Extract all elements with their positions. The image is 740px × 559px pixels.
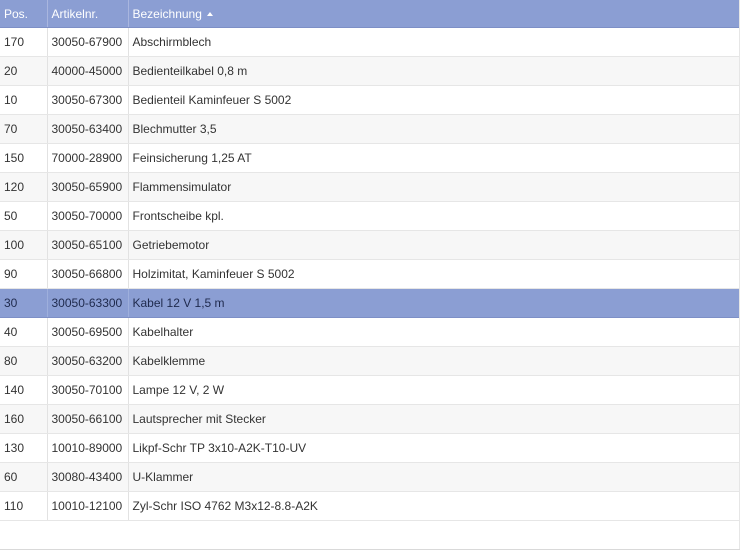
table-row[interactable]: 90 30050-66800 Holzimitat, Kaminfeuer S 50… [0, 259, 740, 289]
cell-pos[interactable]: 40 [0, 317, 48, 347]
table-row[interactable]: 30 30050-63300 Kabel 12 V 1,5 m [0, 288, 740, 318]
cell-pos[interactable]: 140 [0, 375, 48, 405]
cell-artikelnr[interactable]: 30080-43400 [47, 462, 129, 492]
table-row[interactable]: 140 30050-70100 Lampe 12 V, 2 W [0, 375, 740, 405]
cell-pos[interactable]: 120 [0, 172, 48, 202]
column-header-bezeichnung[interactable]: Bezeichnung [128, 0, 740, 28]
cell-artikelnr[interactable]: 30050-70000 [47, 201, 129, 231]
table-row[interactable]: 160 30050-66100 Lautsprecher mit Stecker [0, 404, 740, 434]
cell-bezeichnung[interactable]: Bedienteil Kaminfeuer S 5002 [128, 85, 740, 115]
table-row[interactable]: 10 30050-67300 Bedienteil Kaminfeuer S 500… [0, 85, 740, 115]
table-row[interactable]: 100 30050-65100 Getriebemotor [0, 230, 740, 260]
cell-bezeichnung[interactable]: Zyl-Schr ISO 4762 M3x12-8.8-A2K [128, 491, 740, 521]
cell-artikelnr[interactable]: 30050-63200 [47, 346, 129, 376]
cell-bezeichnung[interactable]: Lautsprecher mit Stecker [128, 404, 740, 434]
table-header: Pos. Artikelnr. Bezeichnung [0, 0, 740, 28]
cell-bezeichnung[interactable]: Bedienteilkabel 0,8 m [128, 56, 740, 86]
column-header-pos[interactable]: Pos. [0, 0, 48, 28]
cell-bezeichnung[interactable]: Likpf-Schr TP 3x10-A2K-T10-UV [128, 433, 740, 463]
column-header-label: Bezeichnung [132, 6, 202, 21]
cell-bezeichnung[interactable]: Holzimitat, Kaminfeuer S 5002 [128, 259, 740, 289]
cell-artikelnr[interactable]: 30050-67900 [47, 27, 129, 57]
table-row[interactable]: 120 30050-65900 Flammensimulator [0, 172, 740, 202]
cell-bezeichnung[interactable]: Kabel 12 V 1,5 m [128, 288, 740, 318]
cell-pos[interactable]: 170 [0, 27, 48, 57]
cell-artikelnr[interactable]: 30050-65900 [47, 172, 129, 202]
sort-ascending-icon [206, 11, 213, 16]
cell-pos[interactable]: 100 [0, 230, 48, 260]
cell-bezeichnung[interactable]: Lampe 12 V, 2 W [128, 375, 740, 405]
cell-bezeichnung[interactable]: Kabelhalter [128, 317, 740, 347]
cell-pos[interactable]: 130 [0, 433, 48, 463]
table-row[interactable]: 40 30050-69500 Kabelhalter [0, 317, 740, 347]
cell-pos[interactable]: 20 [0, 56, 48, 86]
cell-artikelnr[interactable]: 30050-66100 [47, 404, 129, 434]
cell-artikelnr[interactable]: 30050-65100 [47, 230, 129, 260]
cell-pos[interactable]: 110 [0, 491, 48, 521]
table-row[interactable]: 130 10010-89000 Likpf-Schr TP 3x10-A2K-T10… [0, 433, 740, 463]
cell-bezeichnung[interactable]: Frontscheibe kpl. [128, 201, 740, 231]
cell-artikelnr[interactable]: 10010-89000 [47, 433, 129, 463]
table-row[interactable]: 110 10010-12100 Zyl-Schr ISO 4762 M3x12-8.… [0, 491, 740, 521]
cell-bezeichnung[interactable]: Getriebemotor [128, 230, 740, 260]
table-row[interactable]: 60 30080-43400 U-Klammer [0, 462, 740, 492]
table-row[interactable]: 50 30050-70000 Frontscheibe kpl. [0, 201, 740, 231]
cell-artikelnr[interactable]: 30050-63400 [47, 114, 129, 144]
cell-artikelnr[interactable]: 30050-70100 [47, 375, 129, 405]
cell-bezeichnung[interactable]: Blechmutter 3,5 [128, 114, 740, 144]
table-row[interactable]: 80 30050-63200 Kabelklemme [0, 346, 740, 376]
cell-pos[interactable]: 80 [0, 346, 48, 376]
cell-pos[interactable]: 160 [0, 404, 48, 434]
cell-artikelnr[interactable]: 30050-67300 [47, 85, 129, 115]
header-row: Pos. Artikelnr. Bezeichnung [0, 0, 740, 28]
column-header-artikelnr[interactable]: Artikelnr. [47, 0, 129, 28]
grid-footer-divider [0, 549, 740, 550]
table-row[interactable]: 70 30050-63400 Blechmutter 3,5 [0, 114, 740, 144]
cell-bezeichnung[interactable]: Flammensimulator [128, 172, 740, 202]
cell-pos[interactable]: 70 [0, 114, 48, 144]
cell-artikelnr[interactable]: 30050-66800 [47, 259, 129, 289]
cell-artikelnr[interactable]: 30050-69500 [47, 317, 129, 347]
column-header-label: Artikelnr. [51, 6, 99, 21]
cell-artikelnr[interactable]: 10010-12100 [47, 491, 129, 521]
cell-bezeichnung[interactable]: Kabelklemme [128, 346, 740, 376]
table-row[interactable]: 170 30050-67900 Abschirmblech [0, 27, 740, 57]
cell-artikelnr[interactable]: 30050-63300 [47, 288, 129, 318]
cell-bezeichnung[interactable]: U-Klammer [128, 462, 740, 492]
column-header-label: Pos. [4, 6, 29, 21]
cell-bezeichnung[interactable]: Abschirmblech [128, 27, 740, 57]
cell-pos[interactable]: 60 [0, 462, 48, 492]
parts-list-grid: Pos. Artikelnr. Bezeichnung 170 30050-679… [0, 0, 740, 559]
table-row[interactable]: 150 70000-28900 Feinsicherung 1,25 AT [0, 143, 740, 173]
cell-pos[interactable]: 90 [0, 259, 48, 289]
table-row[interactable]: 20 40000-45000 Bedienteilkabel 0,8 m [0, 56, 740, 86]
cell-artikelnr[interactable]: 70000-28900 [47, 143, 129, 173]
cell-pos[interactable]: 30 [0, 288, 48, 318]
cell-bezeichnung[interactable]: Feinsicherung 1,25 AT [128, 143, 740, 173]
cell-pos[interactable]: 50 [0, 201, 48, 231]
cell-pos[interactable]: 150 [0, 143, 48, 173]
parts-table: Pos. Artikelnr. Bezeichnung 170 30050-679… [0, 0, 740, 521]
cell-artikelnr[interactable]: 40000-45000 [47, 56, 129, 86]
table-body: 170 30050-67900 Abschirmblech 20 40000-45000… [0, 27, 740, 521]
cell-pos[interactable]: 10 [0, 85, 48, 115]
